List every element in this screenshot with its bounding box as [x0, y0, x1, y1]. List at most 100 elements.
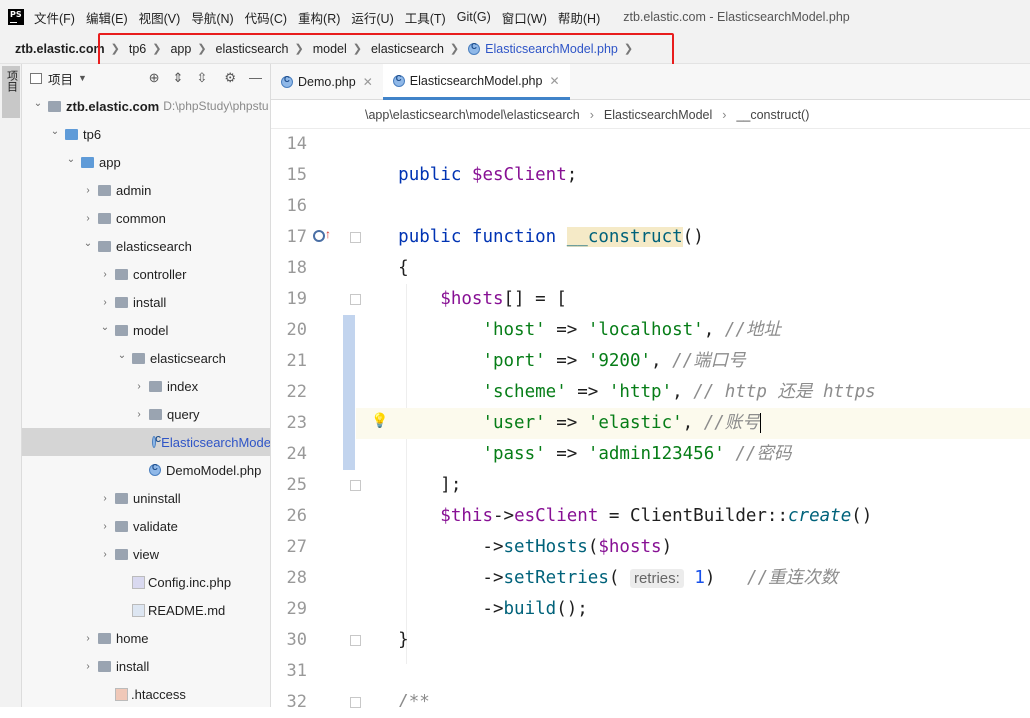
folder-icon	[65, 128, 78, 140]
collapse-all-icon[interactable]: ⇳	[196, 70, 207, 86]
menu-navigate[interactable]: 导航(N)	[191, 8, 233, 27]
close-icon[interactable]: ✕	[363, 75, 373, 89]
left-tool-strip	[0, 64, 22, 707]
chevron-right-icon[interactable]: ›	[99, 297, 111, 308]
chevron-right-icon[interactable]: ›	[99, 269, 111, 280]
tree-item[interactable]: › admin	[22, 176, 270, 204]
chevron-right-icon[interactable]: ›	[99, 521, 111, 532]
tree-item[interactable]: ⌄ elasticsearch	[22, 232, 270, 260]
fold-icon[interactable]	[350, 635, 361, 646]
chevron-down-icon[interactable]: ⌄	[49, 126, 61, 137]
chevron-right-icon[interactable]: ›	[133, 381, 145, 392]
code-line: $hosts[] = [	[440, 289, 567, 309]
menu-edit[interactable]: 编辑(E)	[86, 8, 128, 27]
tree-item[interactable]: ⌄ ztb.elastic.com D:\phpStudy\phpstu	[22, 92, 270, 120]
code-line: ->build();	[356, 599, 588, 619]
breadcrumb-namespace[interactable]: \app\elasticsearch\model\elasticsearch	[365, 108, 580, 122]
chevron-down-icon[interactable]: ⌄	[99, 322, 111, 333]
tree-item[interactable]: DemoModel.php	[22, 456, 270, 484]
folder-icon	[149, 380, 162, 392]
tree-item[interactable]: Config.inc.php	[22, 568, 270, 596]
menu-run[interactable]: 运行(U)	[351, 8, 393, 27]
tree-item-label: common	[116, 210, 166, 226]
chevron-right-icon[interactable]: ›	[82, 661, 94, 672]
tree-item-label: model	[133, 322, 169, 338]
tree-item[interactable]: › home	[22, 624, 270, 652]
code-editor[interactable]: public $esClient; public function __cons…	[356, 129, 1030, 707]
override-method-icon[interactable]	[313, 230, 325, 242]
chevron-down-icon[interactable]: ⌄	[65, 154, 77, 165]
hide-icon[interactable]: —	[249, 70, 262, 86]
menu-view[interactable]: 视图(V)	[139, 8, 181, 27]
tree-item[interactable]: › index	[22, 372, 270, 400]
tree-item[interactable]: ElasticsearchMode	[22, 428, 270, 456]
code-line: 'pass' => 'admin123456' //密码	[482, 444, 792, 464]
tree-item[interactable]: › controller	[22, 260, 270, 288]
chevron-down-icon[interactable]: ⌄	[116, 350, 128, 361]
markdown-file-icon	[132, 603, 145, 617]
code-line: 'host' => 'localhost', //地址	[482, 320, 781, 340]
tree-item[interactable]: README.md	[22, 596, 270, 624]
tree-item-label: query	[167, 406, 200, 422]
php-class-icon	[392, 74, 405, 87]
menu-code[interactable]: 代码(C)	[245, 8, 287, 27]
folder-icon	[98, 632, 111, 644]
gear-icon[interactable]: ⚙	[224, 70, 236, 86]
tree-item-label: README.md	[148, 602, 226, 618]
editor-tab-bar: Demo.php ✕ ElasticsearchModel.php ✕	[271, 64, 1030, 100]
menu-refactor[interactable]: 重构(R)	[298, 8, 340, 27]
chevron-right-icon[interactable]: ›	[82, 213, 94, 224]
editor-breadcrumb: \app\elasticsearch\model\elasticsearch ›…	[271, 101, 1030, 129]
chevron-right-icon[interactable]: ›	[82, 185, 94, 196]
tree-item[interactable]: › install	[22, 652, 270, 680]
folder-icon	[149, 408, 162, 420]
menu-help[interactable]: 帮助(H)	[558, 8, 600, 27]
tree-item[interactable]: › install	[22, 288, 270, 316]
menu-tools[interactable]: 工具(T)	[405, 8, 446, 27]
fold-icon[interactable]	[350, 294, 361, 305]
project-tool-tab[interactable]: 项目	[2, 66, 20, 118]
tree-item[interactable]: ⌄ elasticsearch	[22, 344, 270, 372]
tree-item[interactable]: ⌄ app	[22, 148, 270, 176]
tree-item[interactable]: › query	[22, 400, 270, 428]
menu-bar: PS 文件(F) 编辑(E) 视图(V) 导航(N) 代码(C) 重构(R) 运…	[0, 0, 1030, 34]
chevron-down-icon[interactable]: ⌄	[82, 238, 94, 249]
red-highlight-box	[98, 33, 674, 66]
chevron-right-icon: ›	[589, 107, 594, 122]
lightbulb-icon[interactable]: 💡	[371, 412, 388, 429]
tree-item[interactable]: › uninstall	[22, 484, 270, 512]
chevron-right-icon[interactable]: ›	[133, 409, 145, 420]
chevron-right-icon[interactable]: ›	[99, 549, 111, 560]
menu-git[interactable]: Git(G)	[457, 10, 491, 24]
tab-elasticsearchmodel-php[interactable]: ElasticsearchModel.php ✕	[382, 64, 570, 100]
tree-item-label: index	[167, 378, 199, 394]
tree-item[interactable]: .htaccess	[22, 680, 270, 707]
tree-item[interactable]: › view	[22, 540, 270, 568]
breadcrumb-class[interactable]: ElasticsearchModel	[604, 108, 712, 122]
fold-icon[interactable]	[350, 480, 361, 491]
chevron-down-icon[interactable]: ▼	[78, 73, 87, 83]
chevron-down-icon[interactable]: ⌄	[32, 98, 44, 109]
fold-icon[interactable]	[350, 697, 361, 708]
php-file-icon	[132, 575, 145, 589]
expand-all-icon[interactable]: ⇕	[173, 70, 184, 86]
tree-item[interactable]: › common	[22, 204, 270, 232]
tree-item[interactable]: ⌄ tp6	[22, 120, 270, 148]
tab-demo-php[interactable]: Demo.php ✕	[271, 64, 383, 100]
project-panel: 项目 ▼ ⊕ ⇕ ⇳ ⚙ — ⌄ ztb.elastic.com D:\phpStu…	[22, 64, 271, 707]
project-view-selector[interactable]: 项目	[48, 69, 73, 88]
menu-window[interactable]: 窗口(W)	[502, 8, 547, 27]
fold-icon[interactable]	[350, 232, 361, 243]
chevron-right-icon[interactable]: ›	[99, 493, 111, 504]
tree-item-label: DemoModel.php	[166, 462, 262, 478]
breadcrumb-method[interactable]: __construct()	[736, 108, 809, 122]
locate-icon[interactable]: ⊕	[149, 70, 160, 86]
folder-icon	[48, 100, 61, 112]
folder-icon	[98, 240, 111, 252]
menu-file[interactable]: 文件(F)	[34, 8, 75, 27]
tree-item[interactable]: › validate	[22, 512, 270, 540]
tree-item[interactable]: ⌄ model	[22, 316, 270, 344]
chevron-right-icon[interactable]: ›	[82, 633, 94, 644]
close-icon[interactable]: ✕	[549, 74, 559, 88]
